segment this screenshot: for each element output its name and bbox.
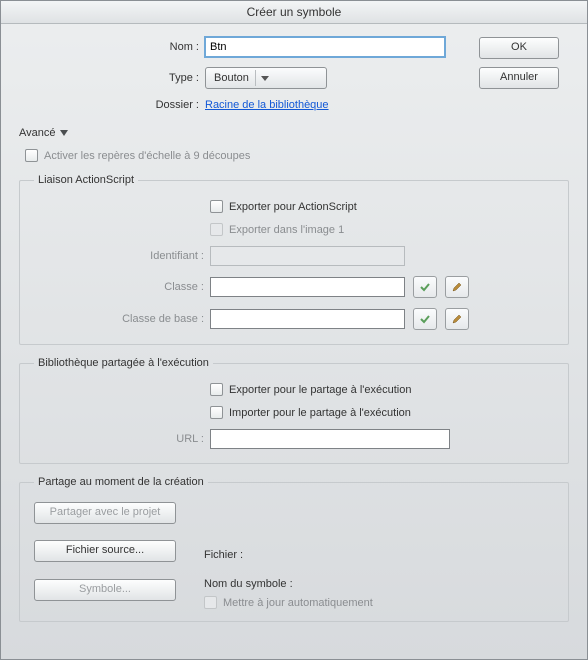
export-frame1-checkbox	[210, 223, 223, 236]
identifier-label: Identifiant :	[34, 250, 210, 262]
window-title: Créer un symbole	[1, 1, 587, 24]
symbol-button[interactable]: Symbole...	[34, 579, 176, 601]
rts-export-label: Exporter pour le partage à l'exécution	[229, 384, 412, 396]
scale9-label: Activer les repères d'échelle à 9 découp…	[44, 150, 250, 162]
baseclass-edit-button[interactable]	[445, 308, 469, 330]
baseclass-label: Classe de base :	[34, 313, 210, 325]
dialog-window: Créer un symbole Nom : Type : Bouton Dos…	[0, 0, 588, 660]
rts-import-label: Importer pour le partage à l'exécution	[229, 407, 411, 419]
type-select-value: Bouton	[214, 72, 255, 84]
auto-update-label: Mettre à jour automatiquement	[223, 597, 373, 609]
advanced-toggle[interactable]: Avancé	[19, 127, 569, 139]
actionscript-group: Liaison ActionScript Exporter pour Actio…	[19, 174, 569, 345]
pencil-icon	[451, 313, 463, 325]
type-select[interactable]: Bouton	[205, 67, 327, 89]
baseclass-input[interactable]	[210, 309, 405, 329]
advanced-label: Avancé	[19, 127, 56, 139]
folder-link[interactable]: Racine de la bibliothèque	[205, 99, 329, 111]
rts-url-label: URL :	[34, 433, 210, 445]
name-input[interactable]	[205, 37, 445, 57]
cancel-button[interactable]: Annuler	[479, 67, 559, 89]
file-label: Fichier :	[204, 549, 554, 561]
runtime-share-group: Bibliothèque partagée à l'exécution Expo…	[19, 357, 569, 464]
actionscript-legend: Liaison ActionScript	[34, 174, 138, 186]
export-as-label: Exporter pour ActionScript	[229, 201, 357, 213]
export-frame1-label: Exporter dans l'image 1	[229, 224, 344, 236]
authortime-share-group: Partage au moment de la création Partage…	[19, 476, 569, 622]
folder-label: Dossier :	[19, 99, 205, 111]
class-input[interactable]	[210, 277, 405, 297]
authortime-share-legend: Partage au moment de la création	[34, 476, 208, 488]
type-label: Type :	[19, 72, 205, 84]
rts-import-checkbox[interactable]	[210, 406, 223, 419]
name-label: Nom :	[19, 41, 205, 53]
class-edit-button[interactable]	[445, 276, 469, 298]
scale9-checkbox[interactable]	[25, 149, 38, 162]
ok-button[interactable]: OK	[479, 37, 559, 59]
baseclass-validate-button[interactable]	[413, 308, 437, 330]
rts-export-checkbox[interactable]	[210, 383, 223, 396]
share-project-button[interactable]: Partager avec le projet	[34, 502, 176, 524]
class-label: Classe :	[34, 281, 210, 293]
auto-update-checkbox	[204, 596, 217, 609]
symbol-name-label: Nom du symbole :	[204, 578, 554, 590]
source-file-button[interactable]: Fichier source...	[34, 540, 176, 562]
rts-url-input[interactable]	[210, 429, 450, 449]
chevron-down-icon	[60, 130, 68, 136]
runtime-share-legend: Bibliothèque partagée à l'exécution	[34, 357, 213, 369]
class-validate-button[interactable]	[413, 276, 437, 298]
check-icon	[419, 281, 431, 293]
chevron-down-icon	[255, 70, 274, 86]
pencil-icon	[451, 281, 463, 293]
check-icon	[419, 313, 431, 325]
export-as-checkbox[interactable]	[210, 200, 223, 213]
identifier-input	[210, 246, 405, 266]
